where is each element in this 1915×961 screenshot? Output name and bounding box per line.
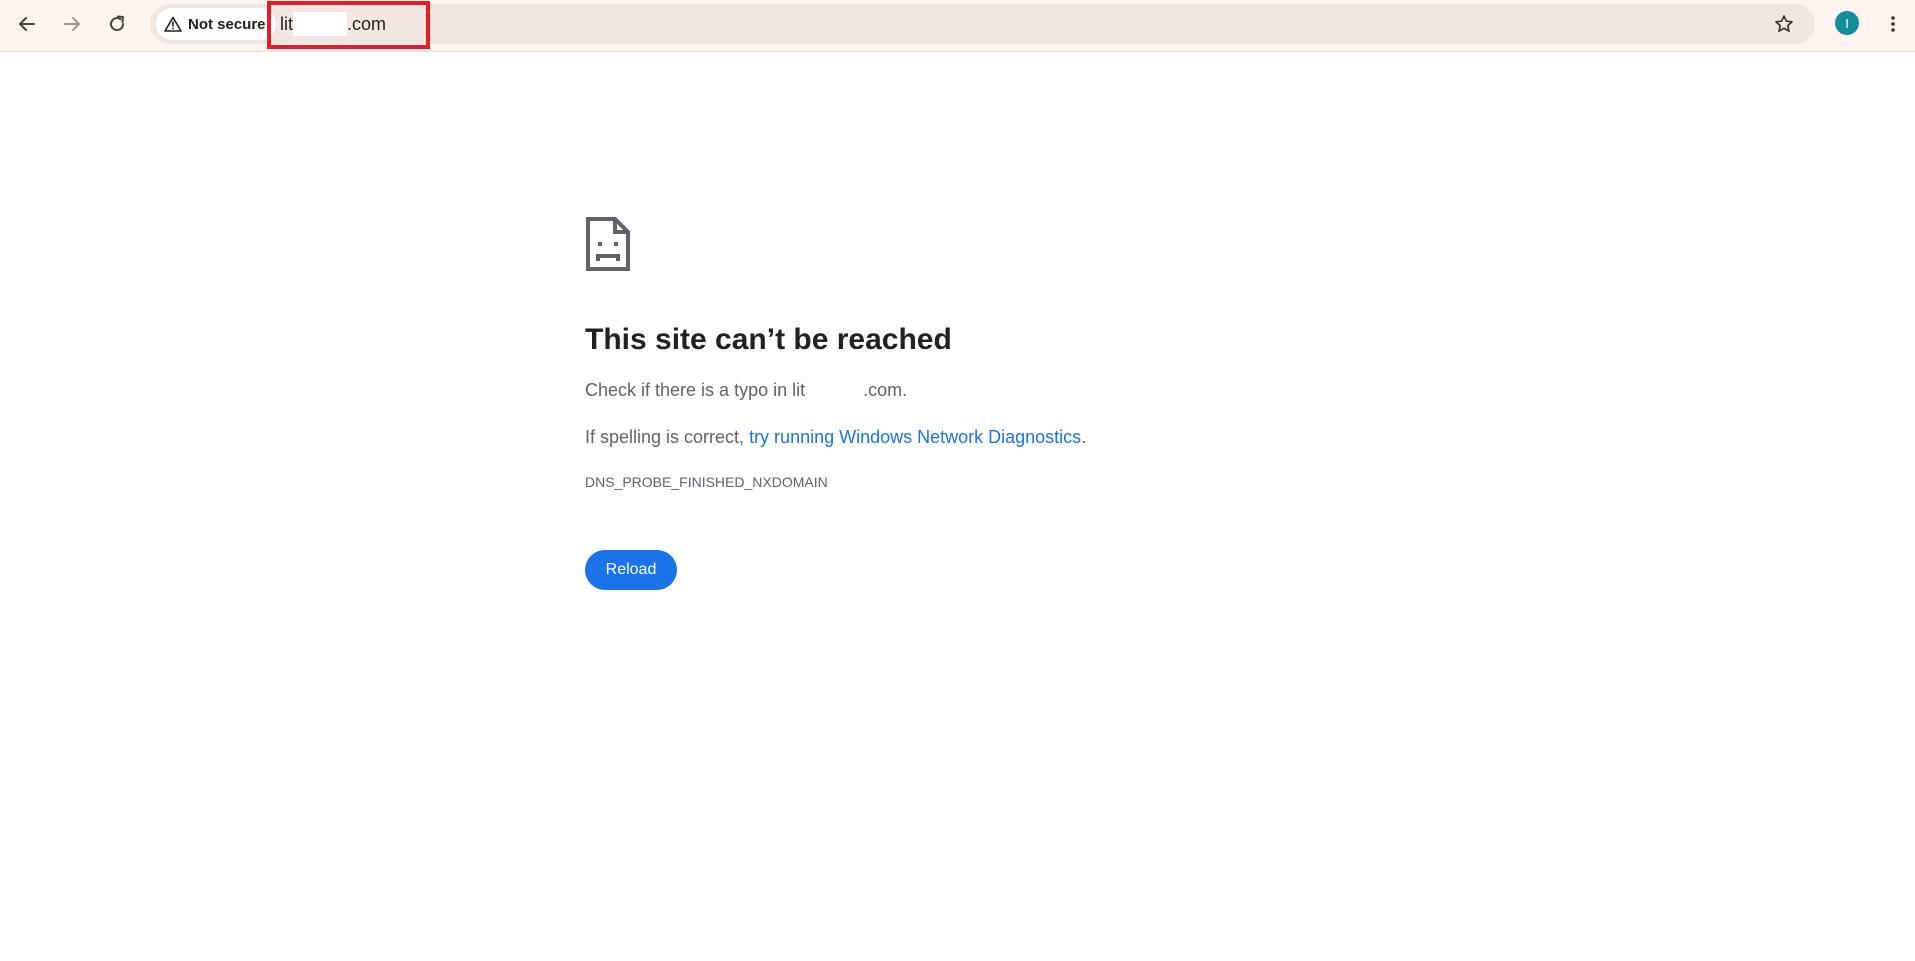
reload-icon [110, 15, 125, 32]
spelling-suffix: . [1081, 427, 1087, 448]
reload-button[interactable]: Reload [585, 550, 677, 591]
error-content: This site can’t be reached Check if ther… [585, 216, 1345, 591]
forward-button[interactable] [54, 6, 90, 42]
sad-page-icon [586, 217, 630, 271]
reload-page-button[interactable] [99, 6, 135, 42]
browser-menu-button[interactable] [1878, 6, 1908, 42]
back-arrow-icon [19, 17, 35, 31]
forward-arrow-icon [64, 17, 80, 31]
security-label: Not secure [188, 15, 266, 33]
spelling-message: If spelling is correct, try running Wind… [585, 425, 1345, 450]
error-title: This site can’t be reached [585, 323, 952, 356]
warning-icon [164, 16, 182, 32]
back-button[interactable] [9, 6, 45, 42]
typo-message: Check if there is a typo in lit .com. [585, 378, 1345, 403]
browser-toolbar: Not secure lit .com I [0, 0, 1915, 52]
profile-avatar[interactable]: I [1835, 11, 1859, 35]
error-code: DNS_PROBE_FINISHED_NXDOMAIN [585, 474, 828, 491]
diagnostics-link[interactable]: try running Windows Network Diagnostics [749, 427, 1081, 447]
star-icon [1775, 15, 1793, 32]
bookmark-button[interactable] [1766, 6, 1802, 42]
profile-initial: I [1845, 15, 1849, 31]
spelling-prefix: If spelling is correct, [585, 427, 750, 448]
typo-prefix: Check if there is a typo in lit [585, 380, 806, 400]
url-highlight-box [267, 1, 430, 49]
redacted-region [805, 382, 864, 401]
typo-suffix: .com. [863, 380, 908, 400]
more-vert-icon [1891, 16, 1895, 32]
security-chip[interactable]: Not secure [156, 8, 276, 40]
